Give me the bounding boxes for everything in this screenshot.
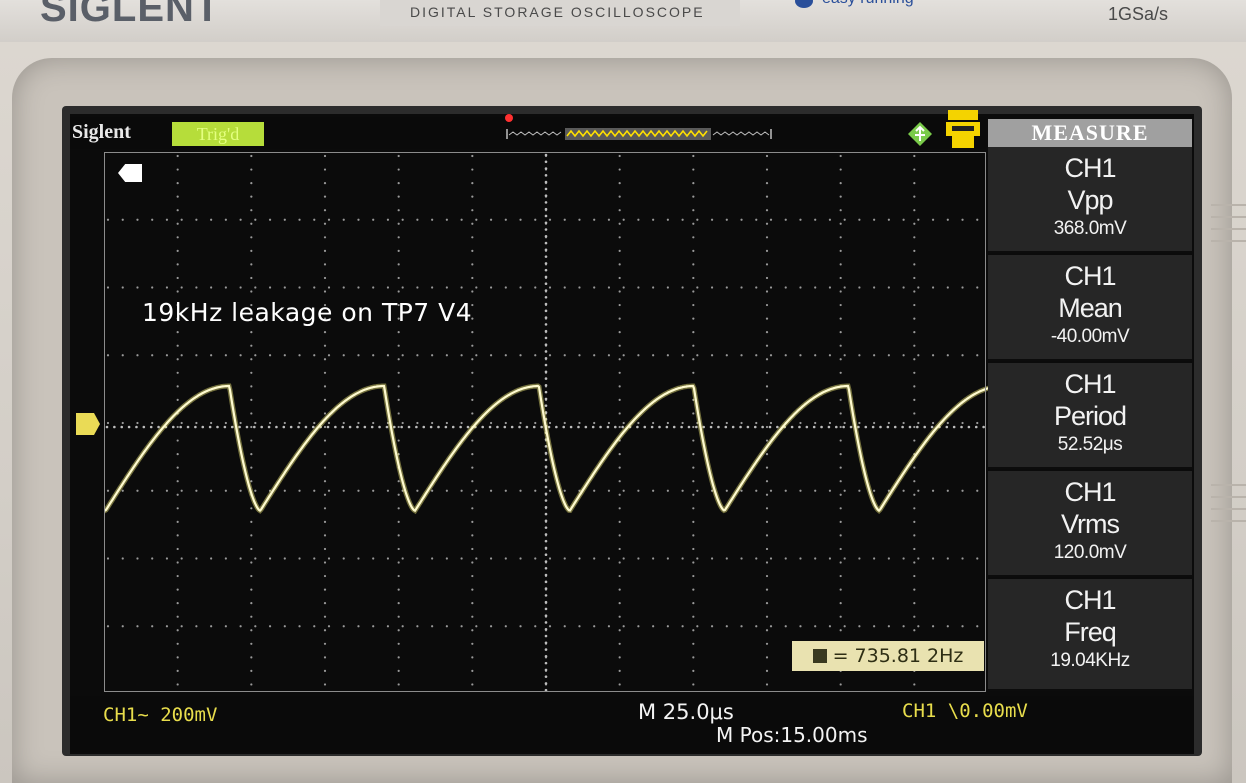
trigger-level-readout: CH1 \0.00mV (902, 700, 1028, 722)
measure-name: Vpp (1067, 185, 1113, 215)
measure-item-mean[interactable]: CH1 Mean -40.00mV (988, 255, 1192, 361)
trigger-status-badge: Trig'd (172, 122, 264, 146)
screen-brand: Siglent (72, 121, 131, 143)
measure-channel: CH1 (1064, 477, 1116, 507)
brand-logo: SIGLENT (40, 0, 221, 30)
measure-channel: CH1 (1064, 261, 1116, 291)
cursor-readout-value: = 735.81 2Hz (832, 645, 964, 667)
graticule-border (104, 152, 986, 692)
horizontal-position: M Pos:15.00ms (716, 723, 868, 747)
measure-item-vpp[interactable]: CH1 Vpp 368.0mV (988, 147, 1192, 253)
measure-name: Vrms (1061, 509, 1120, 539)
model-label: DIGITAL STORAGE OSCILLOSCOPE (410, 4, 705, 20)
trigger-position-marker-icon (505, 114, 513, 122)
horizontal-timebase: M 25.0μs (638, 700, 734, 724)
bezel-texture (1211, 204, 1246, 522)
measure-name: Freq (1064, 617, 1117, 647)
measure-channel: CH1 (1064, 369, 1116, 399)
measure-value: -40.00mV (1050, 326, 1130, 347)
tagline: easy running (822, 0, 914, 8)
cursor-readout: = 735.81 2Hz (792, 641, 984, 671)
measure-channel: CH1 (1064, 585, 1116, 615)
memory-timeline (506, 128, 772, 140)
printer-icon (946, 110, 980, 148)
measure-value: 52.52μs (1057, 434, 1123, 455)
measure-value: 368.0mV (1053, 218, 1127, 239)
measure-panel: CH1 Vpp 368.0mV CH1 Mean -40.00mV CH1 Pe… (988, 147, 1192, 692)
measure-item-period[interactable]: CH1 Period 52.52μs (988, 363, 1192, 469)
cursor-icon (812, 649, 827, 663)
measure-channel: CH1 (1064, 153, 1116, 183)
measure-value: 19.04KHz (1050, 650, 1130, 671)
usb-icon (908, 122, 932, 146)
measure-item-freq[interactable]: CH1 Freq 19.04KHz (988, 579, 1192, 691)
ch1-vertical-scale: CH1~ 200mV (103, 704, 218, 726)
measure-value: 120.0mV (1053, 542, 1127, 563)
measure-item-vrms[interactable]: CH1 Vrms 120.0mV (988, 471, 1192, 577)
sample-rate-label: 1GSa/s (1108, 4, 1169, 24)
measure-name: Period (1053, 401, 1127, 431)
annotation-label: 19kHz leakage on TP7 V4 (142, 298, 473, 327)
measure-name: Mean (1058, 293, 1123, 323)
measure-menu-title: MEASURE (988, 119, 1192, 147)
